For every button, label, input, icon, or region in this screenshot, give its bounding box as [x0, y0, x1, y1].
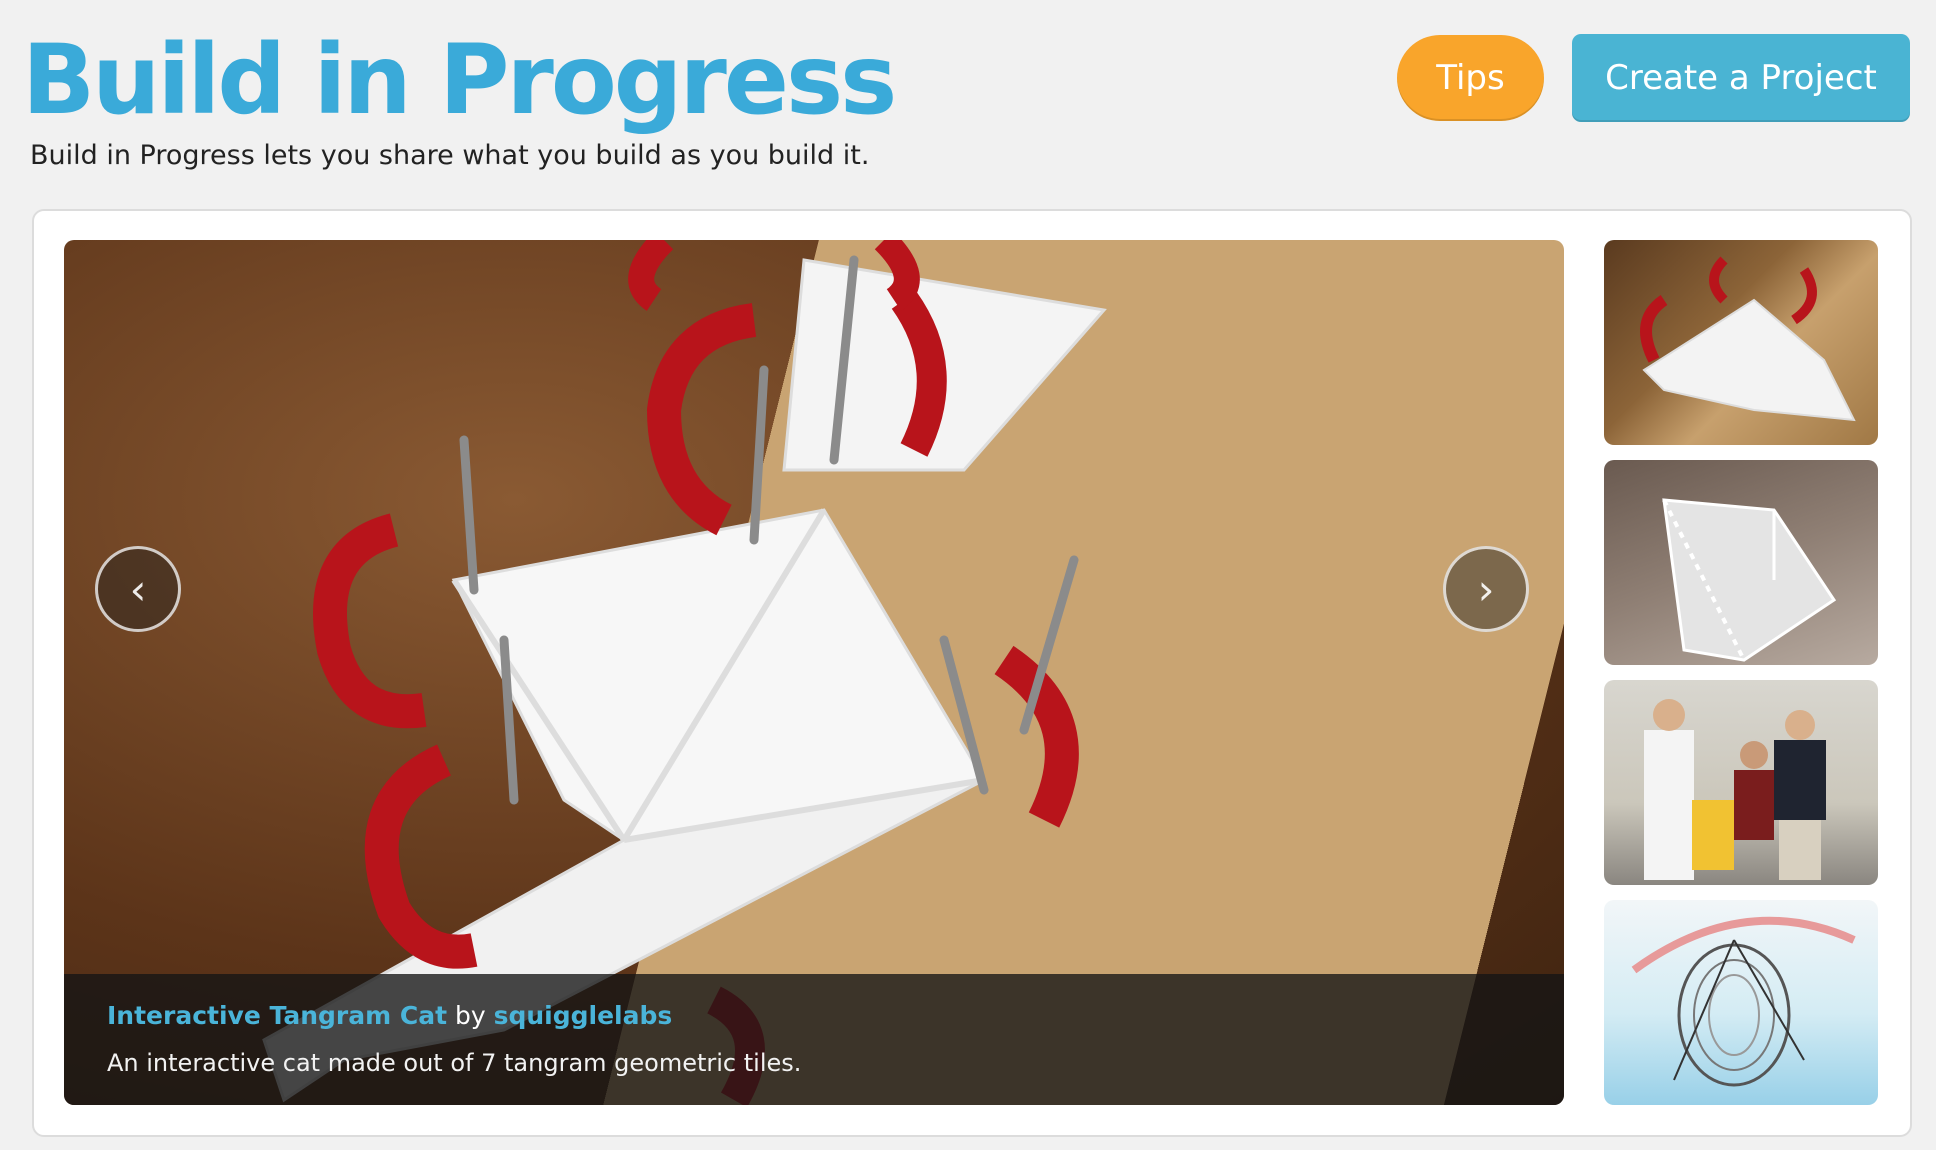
- chevron-right-icon: ›: [1477, 564, 1495, 614]
- featured-caption: Interactive Tangram Cat by squigglelabs …: [64, 974, 1564, 1105]
- carousel-prev-button[interactable]: ‹: [95, 546, 181, 632]
- thumbnail-image: [1631, 916, 1856, 1087]
- thumbnail-image: [1644, 699, 1826, 880]
- create-project-button[interactable]: Create a Project: [1572, 34, 1910, 122]
- thumbnail-image: [1662, 498, 1837, 662]
- site-title[interactable]: Build in Progress: [22, 20, 897, 140]
- project-description: An interactive cat made out of 7 tangram…: [107, 1049, 802, 1077]
- by-text: by: [454, 1001, 486, 1030]
- tips-button[interactable]: Tips: [1397, 35, 1544, 121]
- thumbnail-3d-model[interactable]: [1604, 900, 1878, 1105]
- thumbnail-image: [1640, 256, 1856, 422]
- thumbnail-team-photo[interactable]: [1604, 680, 1878, 885]
- thumbnail-folded-acrylic[interactable]: [1604, 460, 1878, 665]
- author-link[interactable]: squigglelabs: [494, 1001, 673, 1030]
- carousel-next-button[interactable]: ›: [1443, 546, 1529, 632]
- chevron-left-icon: ‹: [129, 564, 147, 614]
- site-tagline: Build in Progress lets you share what yo…: [30, 140, 870, 171]
- thumbnail-tangram-clamps[interactable]: [1604, 240, 1878, 445]
- project-title-link[interactable]: Interactive Tangram Cat: [107, 1001, 447, 1030]
